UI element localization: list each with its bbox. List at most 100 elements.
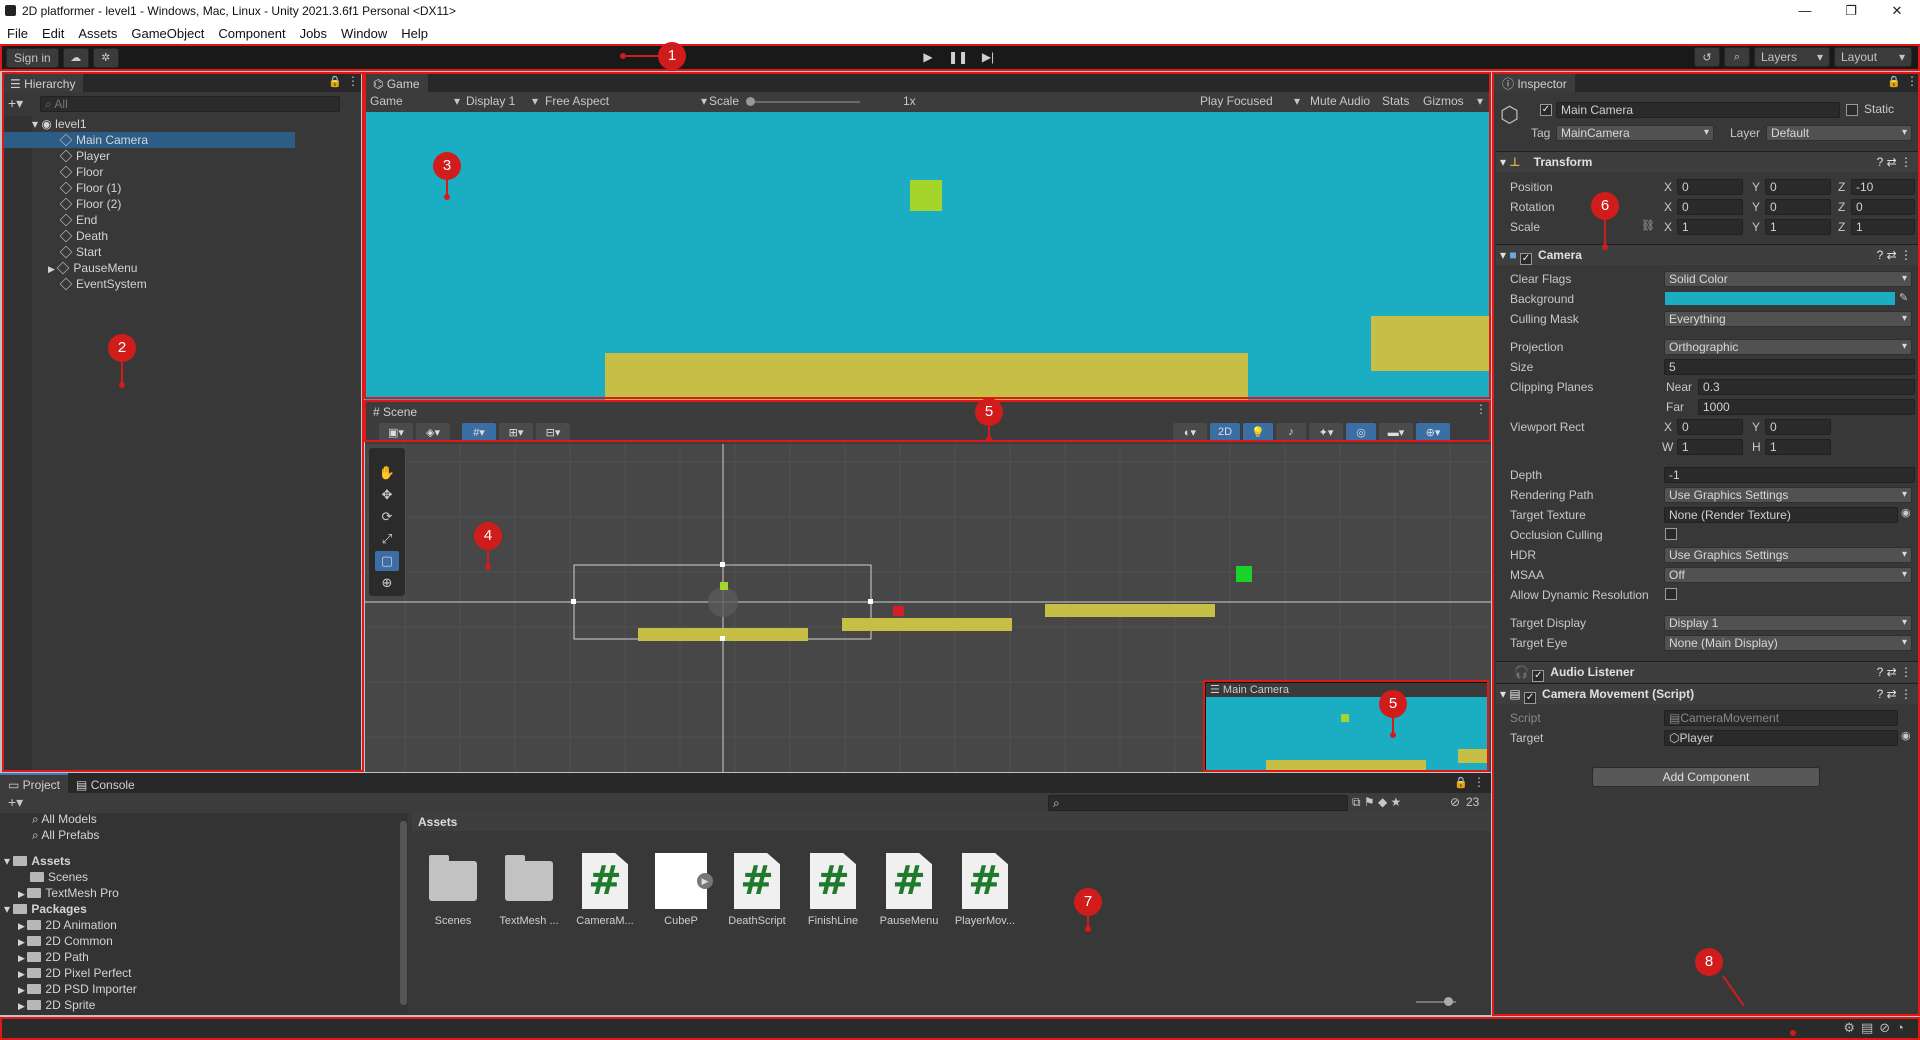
target-display-dropdown[interactable]: Display 1	[1664, 615, 1912, 631]
depth-field[interactable]: -1	[1664, 467, 1915, 483]
play-focused-dropdown[interactable]: Play Focused ▾	[1200, 94, 1300, 108]
viewport-x-field[interactable]: 0	[1677, 419, 1743, 435]
expand-arrow-icon[interactable]: ▶	[697, 873, 713, 889]
tab-scene[interactable]: # Scene	[365, 400, 426, 420]
step-button[interactable]: ▶|	[975, 47, 1001, 67]
frustum-handle[interactable]	[720, 562, 725, 567]
scale-x-field[interactable]: 1	[1677, 219, 1743, 235]
asset-scenes[interactable]: Scenes	[422, 853, 484, 927]
hdr-dropdown[interactable]: Use Graphics Settings	[1664, 547, 1912, 563]
effects-icon[interactable]: ✦▾	[1309, 423, 1343, 441]
tree-item-2d-common[interactable]: ▶ 2D Common	[0, 933, 113, 949]
hierarchy-item-pausemenu[interactable]: ▶ PauseMenu	[2, 260, 295, 276]
transform-header[interactable]: ▾ ⊥ Transform ? ⇄ ⋮	[1496, 151, 1920, 172]
hidden-packages-icon[interactable]: ⊘	[1450, 795, 1460, 809]
hierarchy-search-input[interactable]: ⌕ All	[40, 96, 340, 112]
hand-tool-icon[interactable]: ✋	[375, 463, 399, 483]
scene-canvas[interactable]: ✋ ✥ ⟳ ⤢ ▢ ⊕ ☰ Main Camera	[365, 444, 1491, 772]
hierarchy-item-end[interactable]: End	[2, 212, 295, 228]
menu-file[interactable]: File	[0, 26, 35, 41]
scale-y-field[interactable]: 1	[1765, 219, 1831, 235]
component-options-icons[interactable]: ? ⇄ ⋮	[1877, 152, 1912, 172]
close-button[interactable]: ✕	[1874, 0, 1920, 22]
hierarchy-item-player[interactable]: Player	[2, 148, 295, 164]
tree-item-2d-path[interactable]: ▶ 2D Path	[0, 949, 89, 965]
rotation-x-field[interactable]: 0	[1677, 199, 1743, 215]
gizmos-dropdown[interactable]: Gizmos ▾	[1423, 94, 1483, 108]
scene-floor-2[interactable]	[1045, 604, 1215, 617]
rotate-tool-icon[interactable]: ⟳	[375, 507, 399, 527]
kebab-menu-icon[interactable]: ⋮	[1473, 775, 1485, 789]
menu-assets[interactable]: Assets	[71, 26, 124, 41]
icon-size-slider-handle[interactable]	[1444, 997, 1453, 1006]
active-checkbox[interactable]: ✓	[1540, 104, 1552, 116]
asset-textmesh[interactable]: TextMesh ...	[498, 853, 560, 927]
target-field[interactable]: ⬡Player	[1664, 730, 1898, 746]
tree-item-assets[interactable]: ▾ Assets	[0, 853, 71, 869]
tab-project[interactable]: ▭ Project	[0, 773, 69, 793]
tree-item-scenes[interactable]: Scenes	[0, 869, 88, 885]
msaa-dropdown[interactable]: Off	[1664, 567, 1912, 583]
dynamic-resolution-checkbox[interactable]	[1665, 588, 1677, 600]
position-z-field[interactable]: -10	[1851, 179, 1915, 195]
tree-item-2d-pixel-perfect[interactable]: ▶ 2D Pixel Perfect	[0, 965, 131, 981]
tab-hierarchy[interactable]: ☰ Hierarchy	[2, 72, 84, 92]
object-picker-icon[interactable]: ◉	[1901, 729, 1911, 742]
scene-death[interactable]	[893, 606, 904, 616]
render-mode-button[interactable]: ◐▾	[1173, 423, 1207, 441]
scale-z-field[interactable]: 1	[1851, 219, 1915, 235]
tree-item-all-models[interactable]: ⌕ All Models	[0, 813, 97, 827]
position-x-field[interactable]: 0	[1677, 179, 1743, 195]
scale-slider-handle[interactable]	[746, 97, 755, 106]
asset-pausemenu[interactable]: # PauseMenu	[878, 853, 940, 927]
scale-tool-icon[interactable]: ⤢	[375, 529, 399, 549]
asset-cameramovement[interactable]: # CameraM...	[574, 853, 636, 927]
frustum-handle[interactable]	[571, 599, 576, 604]
light-icon[interactable]: 💡	[1243, 423, 1273, 441]
hierarchy-item-floor[interactable]: Floor	[2, 164, 295, 180]
camera-movement-checkbox[interactable]: ✓	[1524, 692, 1537, 704]
tree-item-2d-animation[interactable]: ▶ 2D Animation	[0, 917, 117, 933]
scale-slider[interactable]	[750, 101, 860, 103]
add-icon[interactable]: +▾	[8, 794, 23, 811]
clear-flags-dropdown[interactable]: Solid Color	[1664, 271, 1912, 287]
lock-icon[interactable]: 🔒	[328, 75, 342, 88]
component-options-icons[interactable]: ? ⇄ ⋮	[1877, 245, 1912, 265]
target-texture-field[interactable]: None (Render Texture)	[1664, 507, 1898, 523]
asset-playermovement[interactable]: # PlayerMov...	[954, 853, 1016, 927]
tree-scrollbar[interactable]	[400, 821, 407, 1005]
pause-button[interactable]: ❚❚	[945, 47, 971, 67]
move-tool-icon[interactable]: ✥	[375, 485, 399, 505]
culling-mask-dropdown[interactable]: Everything	[1664, 311, 1912, 327]
rotation-y-field[interactable]: 0	[1765, 199, 1831, 215]
project-search-input[interactable]: ⌕	[1048, 795, 1348, 811]
aspect-dropdown[interactable]: Free Aspect ▾	[545, 94, 707, 108]
projection-dropdown[interactable]: Orthographic	[1664, 339, 1912, 355]
menu-jobs[interactable]: Jobs	[293, 26, 334, 41]
hierarchy-scene-row[interactable]: ▾ ◉ level1	[2, 116, 295, 132]
cloud-icon[interactable]: ☁	[62, 47, 89, 68]
search-icon[interactable]: ⌕	[1724, 47, 1750, 67]
background-color-field[interactable]	[1665, 292, 1895, 305]
status-icons[interactable]: ⚙▤⊘◔	[1843, 1020, 1910, 1036]
rendering-path-dropdown[interactable]: Use Graphics Settings	[1664, 487, 1912, 503]
add-component-button[interactable]: Add Component	[1592, 767, 1820, 787]
rotation-z-field[interactable]: 0	[1851, 199, 1915, 215]
grid-button[interactable]: ⊞▾	[499, 423, 533, 441]
game-canvas[interactable]	[365, 112, 1491, 400]
draw-mode-button[interactable]: ▣▾	[379, 423, 413, 441]
rect-tool-icon[interactable]: ▢	[375, 551, 399, 571]
object-picker-icon[interactable]: ◉	[1901, 506, 1911, 519]
camera-pivot-gizmo[interactable]	[708, 587, 738, 617]
scene-floor-1[interactable]	[842, 618, 1012, 631]
asset-finishline[interactable]: # FinishLine	[802, 853, 864, 927]
far-field[interactable]: 1000	[1698, 399, 1915, 415]
play-button[interactable]: ▶	[915, 47, 941, 67]
scene-player[interactable]	[720, 582, 728, 590]
asset-deathscript[interactable]: # DeathScript	[726, 853, 788, 927]
tab-inspector[interactable]: ⓘ Inspector	[1494, 72, 1575, 92]
lock-icon[interactable]: 🔒	[1887, 75, 1901, 88]
object-name-field[interactable]: Main Camera	[1556, 102, 1840, 118]
hierarchy-item-floor-1[interactable]: Floor (1)	[2, 180, 295, 196]
scene-end[interactable]	[1236, 566, 1252, 582]
